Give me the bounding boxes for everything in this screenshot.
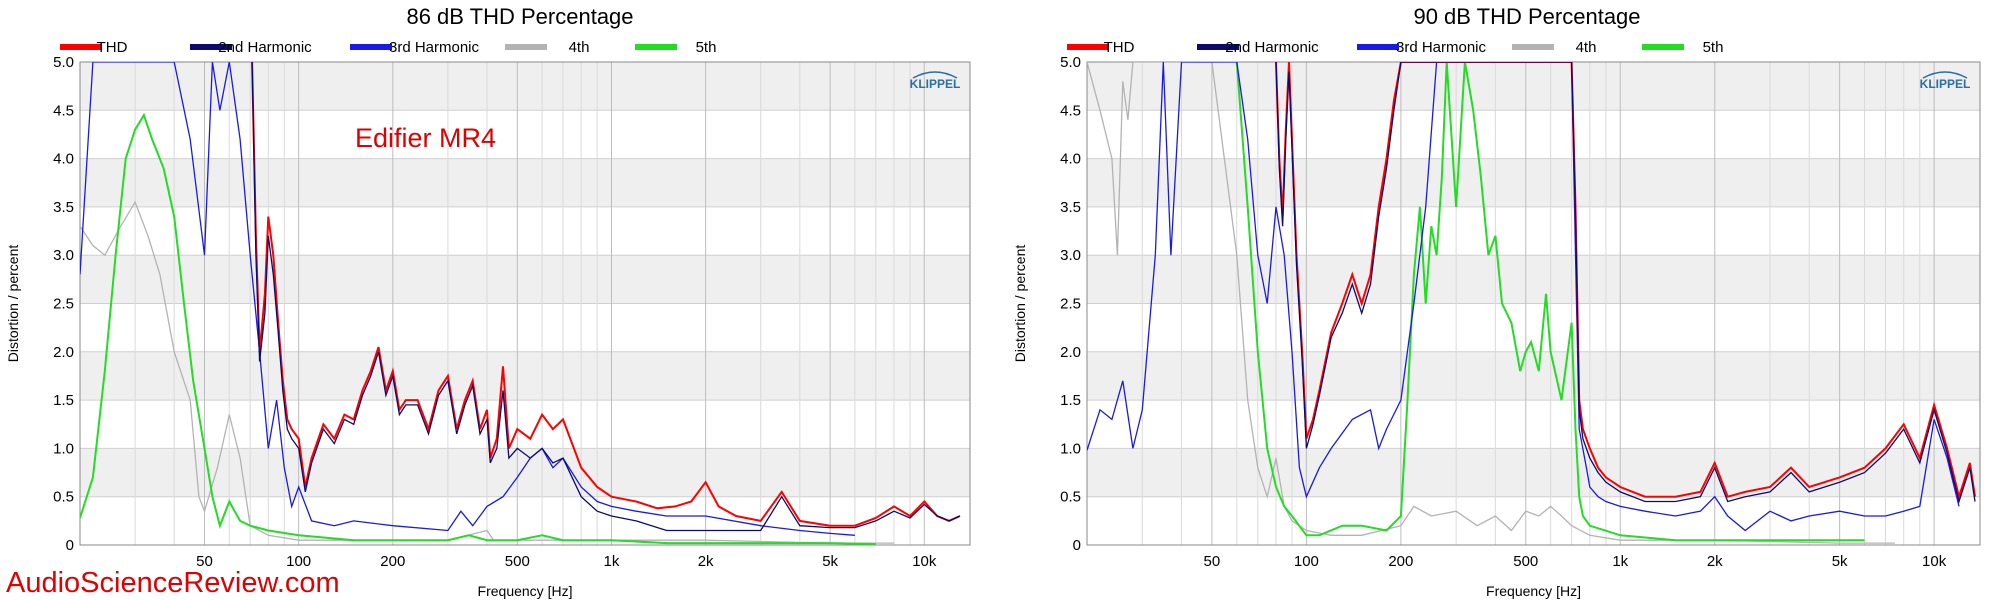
legend-swatch [505, 44, 547, 50]
legend-label: THD [97, 39, 128, 56]
y-tick-label: 0 [66, 537, 74, 554]
y-tick-label: 2.5 [53, 296, 74, 313]
y-tick-label: 1.0 [1060, 440, 1081, 457]
y-tick-label: 4.0 [1060, 151, 1081, 168]
legend-label: 2nd Harmonic [218, 39, 312, 56]
x-tick-label: 200 [380, 553, 405, 570]
klippel-logo: KLIPPEL [910, 77, 961, 91]
x-tick-label: 10k [1922, 553, 1947, 570]
y-tick-label: 1.5 [1060, 392, 1081, 409]
chart-90db: 90 dB THD Percentage THD 2nd Harmonic 3rd H… [1012, 4, 1981, 599]
y-tick-label: 4.5 [53, 102, 74, 119]
x-tick-label: 500 [1513, 553, 1538, 570]
grid-band [80, 351, 970, 401]
x-tick-label: 100 [1294, 553, 1319, 570]
legend-label: 3rd Harmonic [389, 39, 480, 56]
y-tick-label: 0.5 [53, 489, 74, 506]
x-tick-label: 1k [1612, 553, 1628, 570]
y-tick-label: 0 [1073, 537, 1081, 554]
y-tick-label: 2.0 [1060, 344, 1081, 361]
x-tick-label: 5k [822, 553, 838, 570]
y-tick-label: 5.0 [1060, 54, 1081, 71]
watermark-text: AudioScienceReview.com [6, 567, 340, 599]
y-tick-label: 1.5 [53, 392, 74, 409]
grid-band [1087, 255, 1980, 304]
y-tick-label: 2.0 [53, 344, 74, 361]
x-tick-label: 2k [698, 553, 714, 570]
grid-band [80, 448, 970, 497]
grid-band [1087, 62, 1980, 111]
x-tick-label: 50 [1204, 553, 1221, 570]
grid-band [1087, 351, 1980, 401]
legend-label: 5th [696, 39, 717, 56]
x-tick-label: 5k [1832, 553, 1848, 570]
y-axis-label: Distortion / percent [1012, 245, 1028, 363]
klippel-logo: KLIPPEL [1920, 77, 1971, 91]
grid-band [80, 255, 970, 304]
legend-label: 5th [1703, 39, 1724, 56]
legend-swatch [1642, 44, 1684, 50]
y-tick-label: 5.0 [53, 54, 74, 71]
x-tick-label: 2k [1707, 553, 1723, 570]
legend-swatch [350, 44, 392, 50]
legend-label: 3rd Harmonic [1396, 39, 1487, 56]
legend-label: 2nd Harmonic [1225, 39, 1319, 56]
distortion-charts: 86 dB THD Percentage THD 2nd Harmonic 3rd H… [5, 4, 1981, 599]
x-tick-label: 10k [912, 553, 937, 570]
y-tick-label: 2.5 [1060, 296, 1081, 313]
grid-band [1087, 448, 1980, 497]
legend-swatch [635, 44, 677, 50]
chart-title: 90 dB THD Percentage [1413, 4, 1640, 29]
y-tick-label: 4.0 [53, 151, 74, 168]
x-tick-label: 500 [505, 553, 530, 570]
y-tick-label: 1.0 [53, 440, 74, 457]
legend-label: THD [1104, 39, 1135, 56]
chart-title: 86 dB THD Percentage [406, 4, 633, 29]
y-tick-label: 3.5 [53, 199, 74, 216]
x-axis-label: Frequency [Hz] [478, 583, 573, 599]
y-tick-label: 3.0 [1060, 247, 1081, 264]
y-axis-label: Distortion / percent [5, 245, 21, 363]
y-tick-label: 3.5 [1060, 199, 1081, 216]
y-tick-label: 3.0 [53, 247, 74, 264]
y-tick-label: 4.5 [1060, 102, 1081, 119]
chart-annotation: Edifier MR4 [355, 123, 496, 153]
grid-band [1087, 158, 1980, 207]
legend-swatch [1512, 44, 1554, 50]
x-tick-label: 200 [1388, 553, 1413, 570]
x-axis-label: Frequency [Hz] [1486, 583, 1581, 599]
legend-label: 4th [569, 39, 590, 56]
grid-band [80, 158, 970, 207]
legend-label: 4th [1576, 39, 1597, 56]
legend-swatch [1357, 44, 1399, 50]
y-tick-label: 0.5 [1060, 489, 1081, 506]
x-tick-label: 1k [604, 553, 620, 570]
chart-86db: 86 dB THD Percentage THD 2nd Harmonic 3rd H… [5, 4, 971, 599]
